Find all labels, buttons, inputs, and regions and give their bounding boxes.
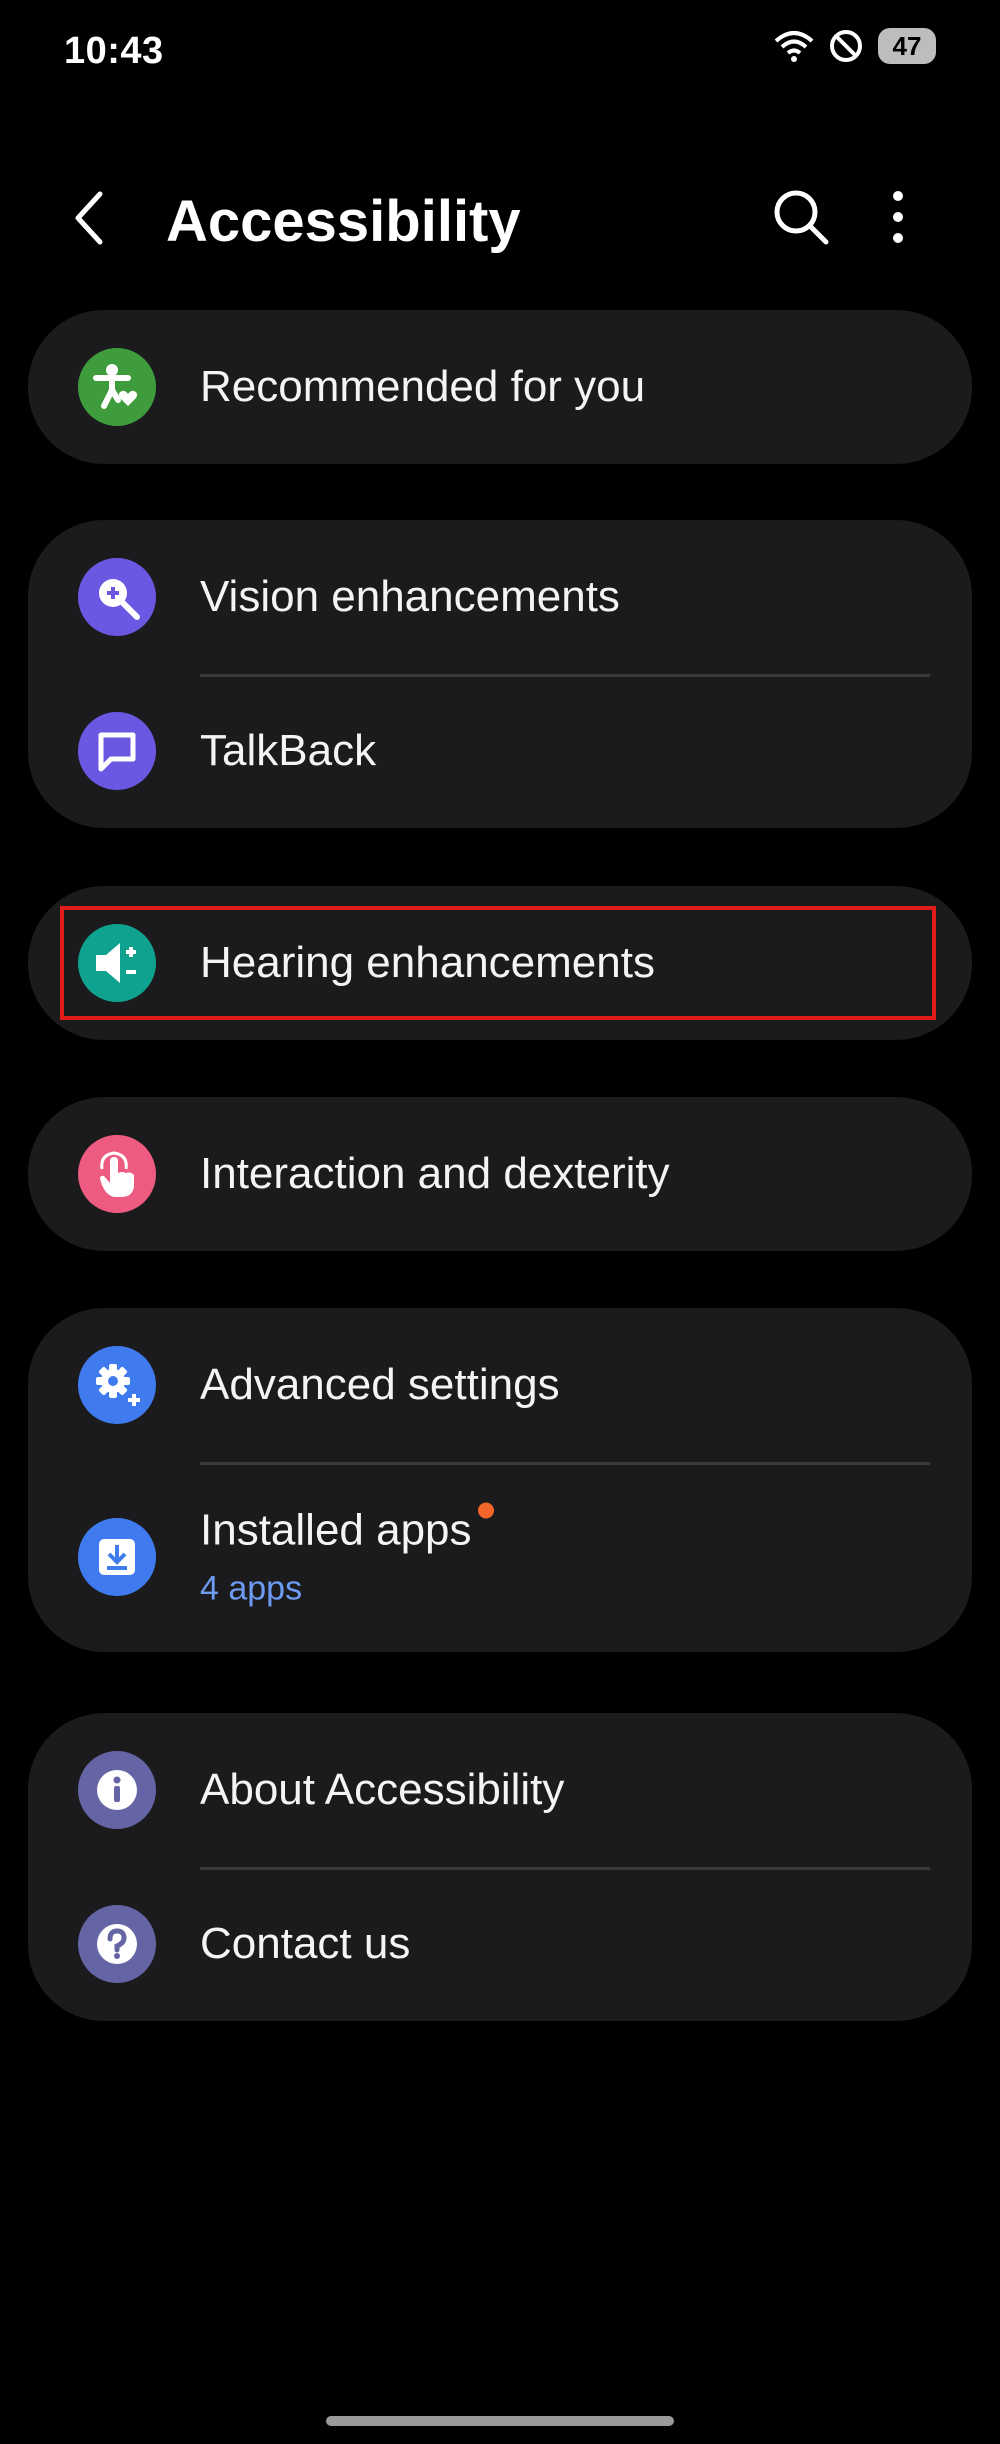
advanced-label: Advanced settings xyxy=(200,1360,560,1409)
recommended-card: Recommended for you xyxy=(28,310,972,464)
vision-label: Vision enhancements xyxy=(200,572,620,621)
touch-hand-icon xyxy=(78,1135,156,1213)
wifi-icon xyxy=(774,31,814,62)
talkback-icon xyxy=(78,712,156,790)
vision-card: Vision enhancements TalkBack xyxy=(28,520,972,828)
more-options-icon[interactable] xyxy=(870,186,926,248)
battery-indicator: 47 xyxy=(878,28,936,64)
back-arrow-icon[interactable] xyxy=(62,188,122,248)
about-accessibility-item[interactable]: About Accessibility xyxy=(28,1713,972,1867)
help-icon xyxy=(78,1905,156,1983)
talkback-label: TalkBack xyxy=(200,726,377,775)
info-icon xyxy=(78,1751,156,1829)
interaction-card: Interaction and dexterity xyxy=(28,1097,972,1251)
installed-apps-item[interactable]: Installed apps 4 apps xyxy=(28,1462,972,1652)
contact-label: Contact us xyxy=(200,1919,411,1968)
recommended-for-you-item[interactable]: Recommended for you xyxy=(28,310,972,464)
status-bar: 10:43 47 xyxy=(0,0,1000,100)
new-badge-dot xyxy=(477,1502,494,1519)
selection-highlight xyxy=(60,906,936,1020)
accessibility-person-icon xyxy=(78,348,156,426)
vision-enhancements-item[interactable]: Vision enhancements xyxy=(28,520,972,674)
about-card: About Accessibility Contact us xyxy=(28,1713,972,2021)
advanced-card: Advanced settings Installed apps 4 apps xyxy=(28,1308,972,1652)
advanced-settings-item[interactable]: Advanced settings xyxy=(28,1308,972,1462)
status-time: 10:43 xyxy=(64,30,164,72)
installed-apps-label: Installed apps xyxy=(200,1505,472,1555)
search-icon[interactable] xyxy=(770,186,832,248)
about-label: About Accessibility xyxy=(200,1765,565,1814)
download-icon xyxy=(78,1518,156,1596)
contact-us-item[interactable]: Contact us xyxy=(28,1867,972,2021)
talkback-item[interactable]: TalkBack xyxy=(28,674,972,828)
installed-apps-count: 4 apps xyxy=(200,1569,303,1608)
page-title: Accessibility xyxy=(166,189,521,254)
recommended-label: Recommended for you xyxy=(200,362,646,411)
gear-plus-icon xyxy=(78,1346,156,1424)
interaction-label: Interaction and dexterity xyxy=(200,1149,670,1198)
interaction-dexterity-item[interactable]: Interaction and dexterity xyxy=(28,1097,972,1251)
status-icons: 47 xyxy=(774,28,936,64)
app-bar: Accessibility xyxy=(0,160,1000,280)
magnifier-plus-icon xyxy=(78,558,156,636)
installed-apps-text: Installed apps 4 apps xyxy=(200,1502,494,1609)
home-gesture-bar[interactable] xyxy=(326,2416,674,2426)
do-not-disturb-icon xyxy=(830,30,862,62)
battery-level: 47 xyxy=(892,30,922,61)
